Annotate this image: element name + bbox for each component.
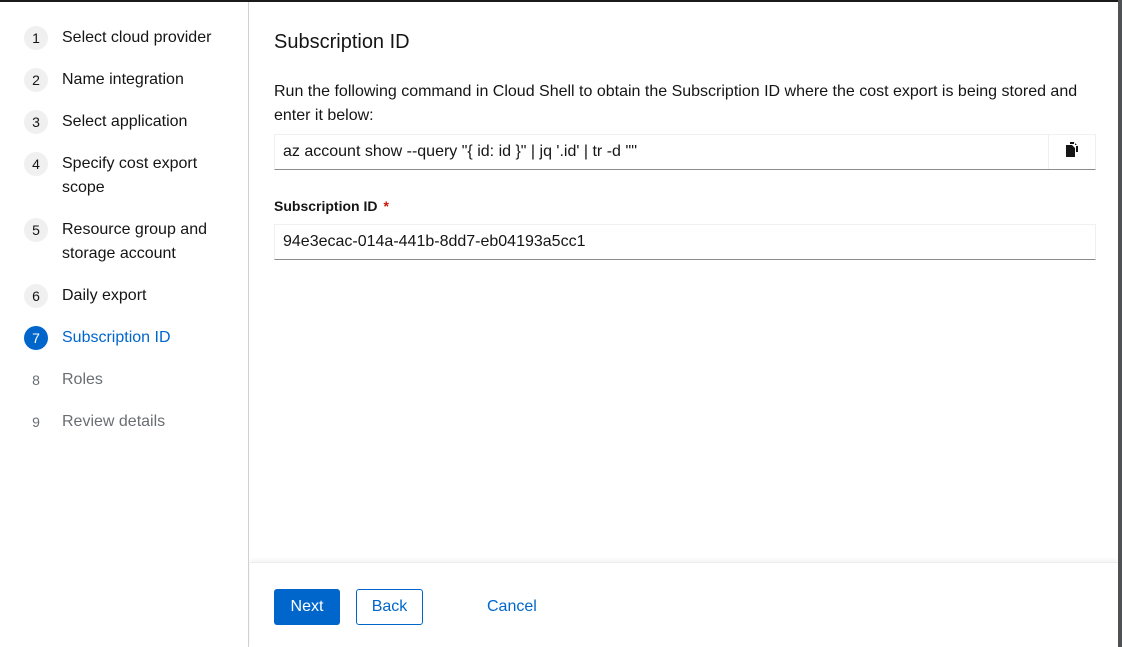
step-number: 1	[24, 26, 48, 50]
cancel-button[interactable]: Cancel	[471, 589, 553, 625]
step-label: Review details	[62, 413, 166, 430]
step-label: Subscription ID	[62, 329, 171, 346]
step-label: Specify cost export scope	[62, 155, 198, 196]
back-button[interactable]: Back	[356, 589, 423, 625]
command-text[interactable]: az account show --query "{ id: id }" | j…	[275, 135, 1048, 169]
copy-button[interactable]	[1048, 135, 1095, 169]
wizard-step-7[interactable]: 7 Subscription ID	[0, 326, 248, 350]
instructions-text: Run the following command in Cloud Shell…	[274, 83, 1078, 124]
step-label: Resource group and storage account	[62, 221, 207, 262]
wizard-step-5[interactable]: 5 Resource group and storage account	[0, 218, 248, 266]
wizard-body: Subscription ID Run the following comman…	[250, 2, 1118, 562]
step-label: Name integration	[62, 71, 184, 88]
wizard-footer: Next Back Cancel	[250, 562, 1118, 647]
wizard-nav: 1 Select cloud provider 2 Name integrati…	[0, 2, 249, 647]
wizard-step-2[interactable]: 2 Name integration	[0, 68, 248, 92]
step-label: Daily export	[62, 287, 147, 304]
wizard-step-3[interactable]: 3 Select application	[0, 110, 248, 134]
subscription-id-label: Subscription ID *	[274, 198, 1094, 214]
step-number: 2	[24, 68, 48, 92]
wizard-step-8: 8 Roles	[0, 368, 248, 392]
step-number: 9	[32, 414, 40, 430]
field-label-text: Subscription ID	[274, 198, 378, 214]
step-label: Select application	[62, 113, 188, 130]
required-marker: *	[383, 198, 389, 214]
command-clipboard: az account show --query "{ id: id }" | j…	[274, 134, 1096, 170]
wizard-step-6[interactable]: 6 Daily export	[0, 284, 248, 308]
next-button[interactable]: Next	[274, 589, 340, 625]
step-number: 5	[24, 218, 48, 242]
step-number: 8	[32, 372, 40, 388]
wizard-step-1[interactable]: 1 Select cloud provider	[0, 26, 248, 50]
step-label: Select cloud provider	[62, 29, 212, 46]
wizard-step-9: 9 Review details	[0, 410, 248, 434]
step-label: Roles	[62, 371, 103, 388]
step-number: 7	[24, 326, 48, 350]
copy-icon	[1065, 141, 1079, 163]
wizard-step-4[interactable]: 4 Specify cost export scope	[0, 152, 248, 200]
page-title: Subscription ID	[274, 31, 410, 53]
step-number: 6	[24, 284, 48, 308]
step-number: 4	[24, 152, 48, 176]
wizard-modal: 1 Select cloud provider 2 Name integrati…	[0, 2, 1118, 647]
subscription-id-input[interactable]	[274, 224, 1096, 260]
step-number: 3	[24, 110, 48, 134]
window-right-edge	[1118, 0, 1122, 647]
